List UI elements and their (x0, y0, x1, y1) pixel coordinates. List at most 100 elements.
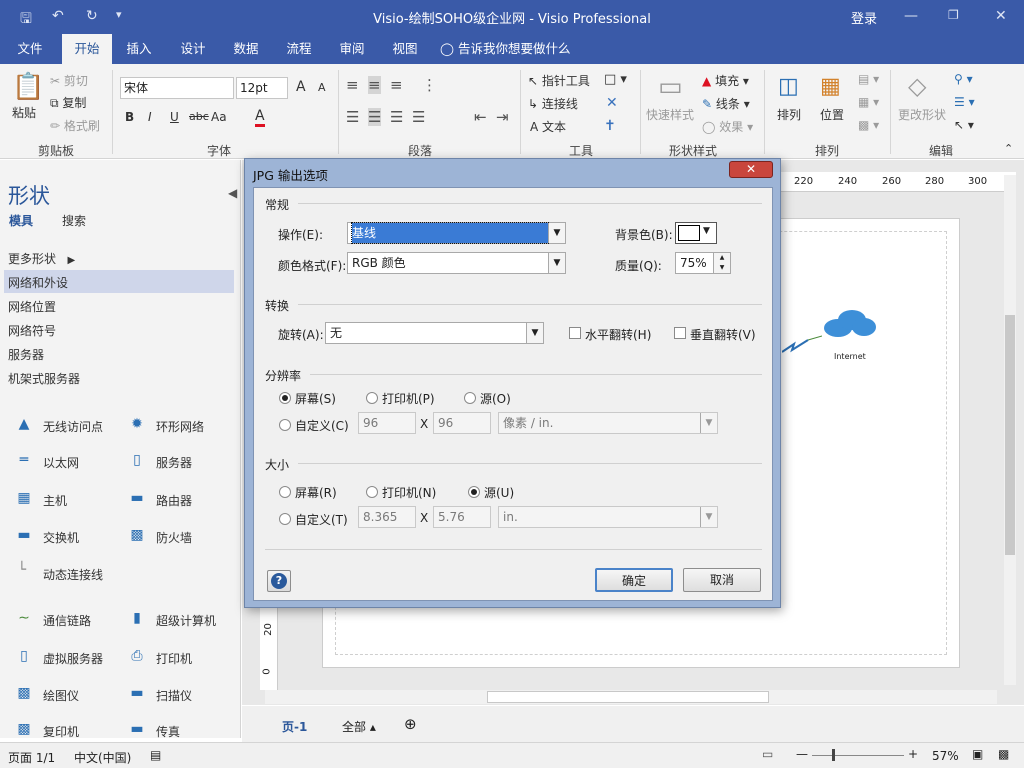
align-center-icon[interactable]: ☰ (368, 108, 382, 126)
page-tab-1[interactable]: 页-1 (282, 718, 307, 735)
tab-data[interactable]: 数据 (225, 34, 267, 64)
delete-connector-icon[interactable]: ✕ (606, 95, 618, 111)
help-button[interactable]: ? (267, 570, 291, 592)
connection-point-icon[interactable]: ✝ (604, 118, 616, 134)
bgcolor-picker[interactable]: ▼ (675, 222, 717, 244)
res-screen-label[interactable]: 屏幕(S) (295, 390, 336, 407)
paste-button[interactable]: 粘贴 (12, 104, 36, 121)
flip-v-label[interactable]: 垂直翻转(V) (690, 326, 756, 343)
flip-v-checkbox[interactable] (674, 327, 686, 339)
justify-icon[interactable]: ☰ (412, 108, 425, 126)
stencil-servers[interactable]: 服务器 (8, 346, 44, 363)
position-icon[interactable]: ▦ (820, 74, 841, 99)
shape-fax[interactable]: 传真 (156, 723, 180, 740)
colorfmt-select[interactable]: RGB 颜色 ▼ (347, 252, 566, 274)
res-width-input[interactable]: 96 (358, 412, 416, 434)
res-custom-label[interactable]: 自定义(C) (295, 417, 349, 434)
switch-windows-icon[interactable]: ▩ (998, 747, 1009, 761)
tab-insert[interactable]: 插入 (118, 34, 160, 64)
shape-dynamic-connector[interactable]: 动态连接线 (43, 566, 103, 583)
res-unit-select[interactable]: 像素 / in. ▼ (498, 412, 718, 434)
grow-font-icon[interactable]: A (296, 79, 306, 95)
position-button[interactable]: 位置 (820, 106, 844, 123)
quick-styles-button[interactable]: 快速样式 (646, 106, 694, 123)
font-size-combo[interactable]: 12pt (236, 77, 288, 99)
shape-scanner[interactable]: 扫描仪 (156, 687, 192, 704)
effects-button[interactable]: ◯ 效果 ▾ (702, 118, 753, 135)
all-pages-button[interactable]: 全部 ▴ (342, 718, 376, 735)
shape-firewall[interactable]: 防火墙 (156, 529, 192, 546)
format-painter-button[interactable]: ✏ 格式刷 (50, 117, 100, 134)
zoom-slider-thumb[interactable] (832, 749, 835, 761)
page-number[interactable]: 页面 1/1 (8, 749, 55, 766)
line-button[interactable]: ✎ 线条 ▾ (702, 95, 750, 112)
size-printer-radio[interactable] (366, 486, 378, 498)
res-printer-radio[interactable] (366, 392, 378, 404)
rectangle-tool-icon[interactable]: □ ▾ (604, 72, 627, 87)
bullets-icon[interactable]: ⋮ (422, 76, 437, 94)
change-shape-button[interactable]: 更改形状 (898, 106, 946, 123)
flip-h-label[interactable]: 水平翻转(H) (585, 326, 651, 343)
text-tool-button[interactable]: A 文本 (530, 118, 566, 135)
horizontal-scrollbar[interactable] (265, 690, 997, 704)
decrease-indent-icon[interactable]: ⇤ (474, 108, 487, 126)
stencil-network-peripherals[interactable]: 网络和外设 (8, 274, 68, 291)
quick-styles-icon[interactable]: ▭ (658, 72, 683, 102)
pointer-tool-button[interactable]: ↖ 指针工具 (528, 72, 590, 89)
align-bottom-icon[interactable]: ≡ (390, 76, 403, 94)
ok-button[interactable]: 确定 (595, 568, 673, 592)
shape-ethernet[interactable]: 以太网 (43, 454, 79, 471)
size-screen-label[interactable]: 屏幕(R) (295, 484, 337, 501)
spinner-arrows-icon[interactable]: ▲ ▼ (713, 253, 730, 273)
res-source-label[interactable]: 源(O) (480, 390, 511, 407)
internet-cloud-shape[interactable] (820, 308, 878, 338)
tab-view[interactable]: 视图 (384, 34, 426, 64)
find-icon[interactable]: ⚲ ▾ (954, 72, 973, 86)
group-shapes-icon[interactable]: ▦ ▾ (858, 95, 879, 109)
shape-server[interactable]: 服务器 (156, 454, 192, 471)
language[interactable]: 中文(中国) (74, 749, 131, 766)
size-source-radio[interactable] (468, 486, 480, 498)
align-right-icon[interactable]: ☰ (390, 108, 403, 126)
res-custom-radio[interactable] (279, 419, 291, 431)
zoom-slider[interactable] (812, 755, 904, 756)
shape-comm-link[interactable]: 通信链路 (43, 612, 91, 629)
zoom-out-icon[interactable]: — (796, 747, 808, 761)
shape-router[interactable]: 路由器 (156, 492, 192, 509)
macro-icon[interactable]: ▤ (150, 748, 161, 762)
shape-plotter[interactable]: 绘图仪 (43, 687, 79, 704)
res-source-radio[interactable] (464, 392, 476, 404)
strikethrough-button[interactable]: abc (189, 110, 209, 123)
fit-page-icon[interactable]: ▣ (972, 747, 983, 761)
bold-button[interactable]: B (125, 110, 134, 124)
rotate-select[interactable]: 无 ▼ (325, 322, 544, 344)
more-shapes-button[interactable]: 更多形状 ▶ (8, 250, 75, 267)
tab-process[interactable]: 流程 (278, 34, 320, 64)
select-icon[interactable]: ↖ ▾ (954, 118, 974, 132)
shape-wireless-ap[interactable]: 无线访问点 (43, 418, 103, 435)
stencil-rack-servers[interactable]: 机架式服务器 (8, 370, 80, 387)
size-custom-radio[interactable] (279, 513, 291, 525)
align-shapes-icon[interactable]: ▤ ▾ (858, 72, 879, 86)
size-printer-label[interactable]: 打印机(N) (382, 484, 436, 501)
presentation-mode-icon[interactable]: ▭ (762, 747, 773, 761)
shape-ring-network[interactable]: 环形网络 (156, 418, 204, 435)
tab-file[interactable]: 文件 (6, 34, 54, 64)
stencil-network-locations[interactable]: 网络位置 (8, 298, 56, 315)
tab-review[interactable]: 审阅 (331, 34, 373, 64)
cut-button[interactable]: ✂ 剪切 (50, 72, 88, 89)
arrange-icon[interactable]: ◫ (778, 74, 799, 99)
shape-supercomputer[interactable]: 超级计算机 (156, 612, 216, 629)
minimize-icon[interactable]: — (904, 8, 918, 24)
change-case-button[interactable]: Aa (211, 110, 227, 124)
zoom-in-icon[interactable]: + (908, 747, 918, 761)
size-unit-select[interactable]: in. ▼ (498, 506, 718, 528)
tab-search[interactable]: 搜索 (62, 212, 86, 229)
vertical-scrollbar[interactable] (1004, 175, 1016, 685)
paste-icon[interactable]: 📋 (12, 72, 44, 102)
cancel-button[interactable]: 取消 (683, 568, 761, 592)
res-printer-label[interactable]: 打印机(P) (382, 390, 435, 407)
tab-home[interactable]: 开始 (62, 34, 112, 64)
shape-switch[interactable]: 交换机 (43, 529, 79, 546)
underline-button[interactable]: U (170, 110, 179, 124)
